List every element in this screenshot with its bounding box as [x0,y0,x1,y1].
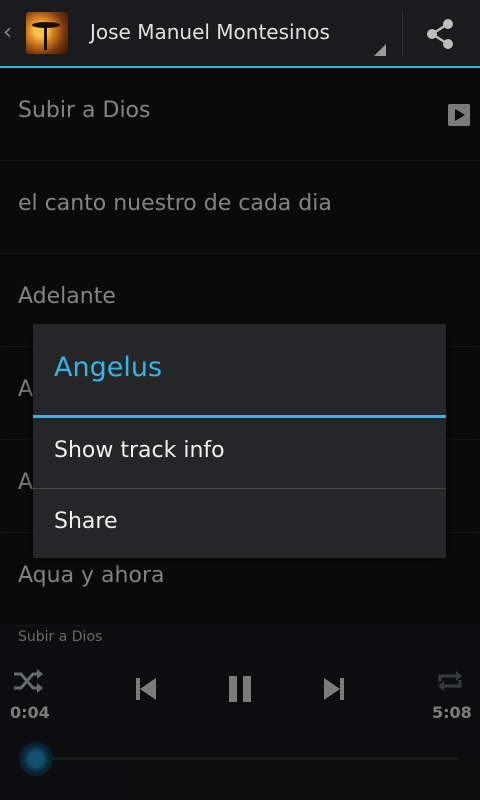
menu-item-label: Share [54,509,118,534]
action-bar-divider [402,10,403,56]
album-art-icon[interactable] [26,12,68,54]
dialog-title: Angelus [54,352,163,383]
back-chevron-icon[interactable]: ‹ [3,20,12,45]
context-menu-dialog: Angelus Show track info Share [33,324,446,558]
share-icon[interactable] [418,12,462,56]
menu-item-show-track-info[interactable]: Show track info [33,418,446,488]
album-art-tree-trunk [44,26,47,50]
dropdown-indicator-icon[interactable] [374,44,386,56]
artist-title[interactable]: Jose Manuel Montesinos [90,20,330,44]
menu-item-label: Show track info [54,438,225,463]
action-bar: ‹ Jose Manuel Montesinos [0,0,480,68]
menu-item-share[interactable]: Share [33,489,446,559]
